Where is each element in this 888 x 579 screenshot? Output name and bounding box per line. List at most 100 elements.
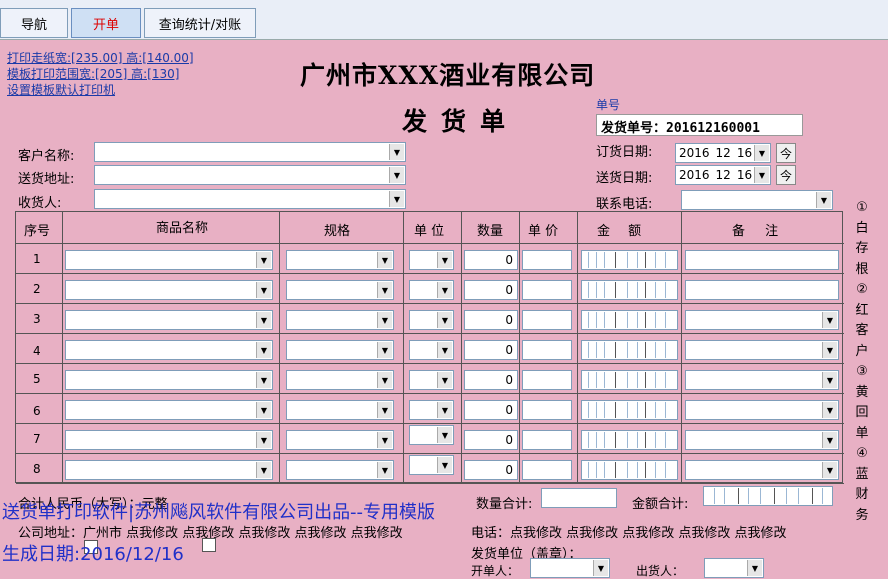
amount-field[interactable]	[581, 310, 678, 330]
spec-combo[interactable]: ▼	[286, 370, 394, 390]
price-field[interactable]	[522, 430, 572, 450]
price-field[interactable]	[522, 370, 572, 390]
amount-field[interactable]	[581, 370, 678, 390]
chevron-down-icon[interactable]: ▼	[822, 462, 837, 478]
qty-total-field[interactable]	[541, 488, 617, 508]
unit-combo[interactable]: ▼	[409, 455, 454, 475]
chevron-down-icon[interactable]: ▼	[822, 312, 837, 328]
remark-field[interactable]: ▼	[685, 340, 839, 360]
chevron-down-icon[interactable]: ▼	[256, 462, 271, 478]
chevron-down-icon[interactable]: ▼	[816, 192, 831, 208]
today-button[interactable]: 今	[776, 165, 796, 185]
remark-field[interactable]: ▼	[685, 400, 839, 420]
product-name-combo[interactable]: ▼	[65, 280, 273, 300]
product-name-combo[interactable]: ▼	[65, 310, 273, 330]
chevron-down-icon[interactable]: ▼	[593, 560, 608, 576]
remark-field[interactable]: ▼	[685, 310, 839, 330]
amount-field[interactable]	[581, 460, 678, 480]
chevron-down-icon[interactable]: ▼	[389, 167, 404, 183]
spec-combo[interactable]: ▼	[286, 250, 394, 270]
price-field[interactable]	[522, 250, 572, 270]
spec-combo[interactable]: ▼	[286, 400, 394, 420]
chevron-down-icon[interactable]: ▼	[747, 560, 762, 576]
receiver-combo[interactable]: ▼	[94, 189, 406, 209]
phone-combo[interactable]: ▼	[681, 190, 833, 210]
order-number-field[interactable]: 发货单号：201612160001	[596, 114, 803, 136]
chevron-down-icon[interactable]: ▼	[437, 252, 452, 268]
amount-field[interactable]	[581, 340, 678, 360]
spec-combo[interactable]: ▼	[286, 460, 394, 480]
unit-combo[interactable]: ▼	[409, 250, 454, 270]
chevron-down-icon[interactable]: ▼	[389, 144, 404, 160]
price-field[interactable]	[522, 280, 572, 300]
chevron-down-icon[interactable]: ▼	[437, 372, 452, 388]
qty-field[interactable]: 0	[464, 280, 518, 300]
amount-field[interactable]	[581, 400, 678, 420]
qty-field[interactable]: 0	[464, 460, 518, 480]
chevron-down-icon[interactable]: ▼	[389, 191, 404, 207]
order-date-picker[interactable]: 2016 12 16 ▼	[675, 143, 771, 163]
chevron-down-icon[interactable]: ▼	[256, 372, 271, 388]
chevron-down-icon[interactable]: ▼	[822, 342, 837, 358]
chevron-down-icon[interactable]: ▼	[256, 342, 271, 358]
chevron-down-icon[interactable]: ▼	[822, 432, 837, 448]
chevron-down-icon[interactable]: ▼	[377, 432, 392, 448]
qty-field[interactable]: 0	[464, 430, 518, 450]
chevron-down-icon[interactable]: ▼	[377, 462, 392, 478]
chevron-down-icon[interactable]: ▼	[822, 402, 837, 418]
price-field[interactable]	[522, 460, 572, 480]
tab-query-stats[interactable]: 查询统计/对账	[144, 8, 256, 38]
unit-combo[interactable]: ▼	[409, 370, 454, 390]
product-name-combo[interactable]: ▼	[65, 370, 273, 390]
amount-total-field[interactable]	[703, 486, 833, 506]
chevron-down-icon[interactable]: ▼	[377, 372, 392, 388]
shipper-combo[interactable]: ▼	[704, 558, 764, 578]
chevron-down-icon[interactable]: ▼	[437, 342, 452, 358]
template-range-link[interactable]: 模板打印范围宽:[205] 高:[130]	[7, 66, 194, 82]
qty-field[interactable]: 0	[464, 250, 518, 270]
spec-combo[interactable]: ▼	[286, 280, 394, 300]
spec-combo[interactable]: ▼	[286, 430, 394, 450]
chevron-down-icon[interactable]: ▼	[377, 252, 392, 268]
phone-line[interactable]: 电话：点我修改 点我修改 点我修改 点我修改 点我修改	[471, 522, 787, 541]
remark-field[interactable]	[685, 250, 839, 270]
unit-combo[interactable]: ▼	[409, 425, 454, 445]
chevron-down-icon[interactable]: ▼	[256, 312, 271, 328]
unit-combo[interactable]: ▼	[409, 280, 454, 300]
qty-field[interactable]: 0	[464, 340, 518, 360]
tab-navigation[interactable]: 导航	[0, 8, 68, 38]
chevron-down-icon[interactable]: ▼	[437, 282, 452, 298]
chevron-down-icon[interactable]: ▼	[437, 457, 452, 473]
chevron-down-icon[interactable]: ▼	[822, 372, 837, 388]
customer-combo[interactable]: ▼	[94, 142, 406, 162]
checkbox[interactable]	[202, 538, 216, 552]
price-field[interactable]	[522, 310, 572, 330]
issuer-combo[interactable]: ▼	[530, 558, 610, 578]
amount-field[interactable]	[581, 430, 678, 450]
price-field[interactable]	[522, 340, 572, 360]
print-paper-link[interactable]: 打印走纸宽:[235.00] 高:[140.00]	[7, 50, 194, 66]
delivery-date-picker[interactable]: 2016 12 16 ▼	[675, 165, 771, 185]
qty-field[interactable]: 0	[464, 310, 518, 330]
chevron-down-icon[interactable]: ▼	[377, 342, 392, 358]
chevron-down-icon[interactable]: ▼	[437, 427, 452, 443]
unit-combo[interactable]: ▼	[409, 340, 454, 360]
product-name-combo[interactable]: ▼	[65, 460, 273, 480]
unit-combo[interactable]: ▼	[409, 310, 454, 330]
qty-field[interactable]: 0	[464, 370, 518, 390]
chevron-down-icon[interactable]: ▼	[437, 402, 452, 418]
spec-combo[interactable]: ▼	[286, 310, 394, 330]
qty-field[interactable]: 0	[464, 400, 518, 420]
chevron-down-icon[interactable]: ▼	[256, 282, 271, 298]
remark-field[interactable]	[685, 280, 839, 300]
unit-combo[interactable]: ▼	[409, 400, 454, 420]
chevron-down-icon[interactable]: ▼	[256, 402, 271, 418]
tab-new-order[interactable]: 开单	[71, 8, 141, 38]
chevron-down-icon[interactable]: ▼	[377, 282, 392, 298]
product-name-combo[interactable]: ▼	[65, 430, 273, 450]
amount-field[interactable]	[581, 250, 678, 270]
spec-combo[interactable]: ▼	[286, 340, 394, 360]
product-name-combo[interactable]: ▼	[65, 340, 273, 360]
chevron-down-icon[interactable]: ▼	[377, 402, 392, 418]
chevron-down-icon[interactable]: ▼	[754, 145, 769, 161]
